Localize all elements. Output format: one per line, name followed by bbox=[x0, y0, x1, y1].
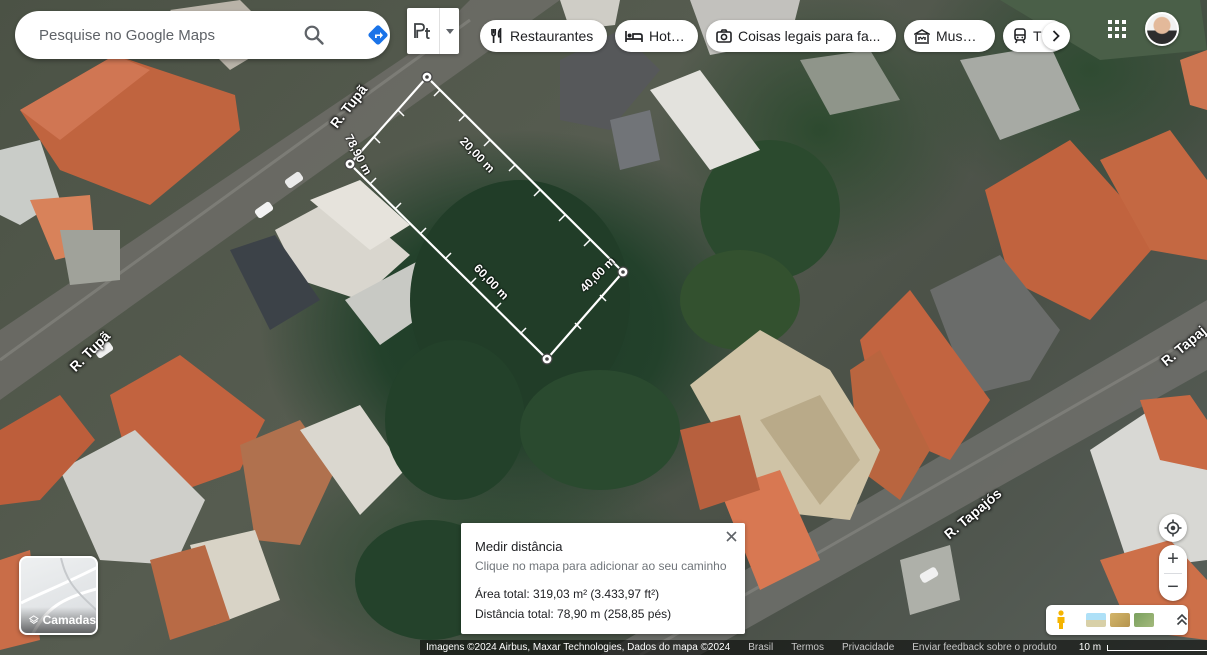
imagery-thumbnail[interactable] bbox=[1134, 613, 1154, 627]
pegman-icon[interactable] bbox=[1052, 609, 1070, 631]
search-input[interactable] bbox=[39, 26, 289, 44]
chip-hoteis[interactable]: Hotéis bbox=[615, 20, 698, 52]
chip-label: Restaurantes bbox=[510, 28, 594, 44]
chip-label: Museus bbox=[936, 28, 983, 44]
search-box bbox=[15, 11, 390, 59]
layers-button[interactable]: Camadas bbox=[19, 556, 98, 635]
my-location-icon bbox=[1164, 519, 1182, 537]
chip-museus[interactable]: Museus bbox=[904, 20, 995, 52]
measure-mode-toggle bbox=[407, 8, 459, 54]
zoom-out-button[interactable]: − bbox=[1159, 573, 1187, 601]
measure-distance-panel: Medir distância Clique no mapa para adic… bbox=[461, 523, 745, 634]
chip-label: Coisas legais para fa... bbox=[738, 28, 881, 44]
zoom-control: + − bbox=[1159, 545, 1187, 601]
layers-label-bar: Camadas bbox=[21, 607, 96, 633]
avatar[interactable] bbox=[1145, 12, 1179, 46]
scale-bar[interactable]: 10 m bbox=[1079, 642, 1207, 653]
museum-icon bbox=[914, 28, 930, 44]
imagery-thumbnail[interactable] bbox=[1110, 613, 1130, 627]
terms-link[interactable]: Termos bbox=[791, 642, 824, 653]
chip-coisas-legais[interactable]: Coisas legais para fa... bbox=[706, 20, 896, 52]
apps-grid-icon[interactable] bbox=[1105, 17, 1129, 41]
total-area: Área total: 319,03 m² (3.433,97 ft²) bbox=[475, 587, 660, 601]
my-location-button[interactable] bbox=[1159, 514, 1187, 542]
bed-icon bbox=[625, 31, 643, 42]
chip-label: T bbox=[1033, 28, 1042, 44]
street-view-bar bbox=[1046, 605, 1188, 635]
chip-label: Hotéis bbox=[649, 28, 686, 44]
chevron-up-icon[interactable] bbox=[1176, 613, 1188, 627]
zoom-in-button[interactable]: + bbox=[1159, 545, 1187, 573]
privacy-link[interactable]: Privacidade bbox=[842, 642, 894, 653]
caret-down-icon[interactable] bbox=[439, 8, 459, 54]
scale-label: 10 m bbox=[1078, 642, 1102, 653]
chevron-right-icon bbox=[1052, 30, 1060, 42]
train-icon bbox=[1014, 28, 1026, 44]
camera-icon bbox=[716, 29, 732, 43]
chip-restaurantes[interactable]: Restaurantes bbox=[480, 20, 607, 52]
imagery-thumbnail[interactable] bbox=[1086, 613, 1106, 627]
total-distance: Distância total: 78,90 m (258,85 pés) bbox=[475, 607, 672, 621]
country-link[interactable]: Brasil bbox=[748, 642, 773, 653]
feedback-link[interactable]: Enviar feedback sobre o produto bbox=[912, 642, 1057, 653]
layers-icon bbox=[29, 615, 39, 625]
directions-icon[interactable] bbox=[366, 23, 390, 47]
chips-next-button[interactable] bbox=[1042, 22, 1070, 50]
imagery-credit: Imagens ©2024 Airbus, Maxar Technologies… bbox=[426, 642, 731, 653]
attribution-bar: Imagens ©2024 Airbus, Maxar Technologies… bbox=[420, 640, 1207, 655]
search-icon[interactable] bbox=[302, 23, 326, 47]
pt-measure-icon[interactable] bbox=[407, 8, 439, 54]
panel-title: Medir distância bbox=[475, 539, 563, 554]
fork-knife-icon bbox=[491, 28, 502, 43]
close-icon[interactable] bbox=[721, 526, 741, 546]
layers-label: Camadas bbox=[42, 613, 96, 627]
panel-hint: Clique no mapa para adicionar ao seu cam… bbox=[475, 559, 727, 573]
